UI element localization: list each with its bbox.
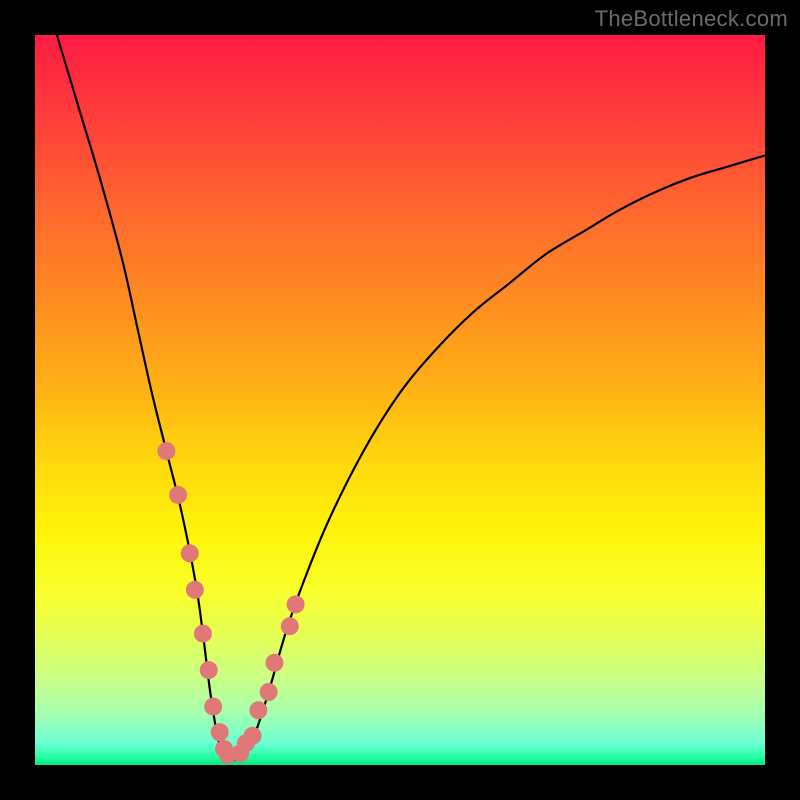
chart-frame: TheBottleneck.com bbox=[0, 0, 800, 800]
scatter-point bbox=[249, 701, 267, 719]
bottleneck-curve bbox=[57, 35, 765, 760]
scatter-point bbox=[200, 661, 218, 679]
scatter-point bbox=[157, 442, 175, 460]
scatter-point bbox=[181, 544, 199, 562]
scatter-point bbox=[287, 595, 305, 613]
watermark-text: TheBottleneck.com bbox=[595, 6, 788, 32]
scatter-point bbox=[204, 698, 222, 716]
scatter-point bbox=[186, 581, 204, 599]
scatter-point bbox=[281, 617, 299, 635]
plot-area bbox=[35, 35, 765, 765]
scatter-point bbox=[211, 723, 229, 741]
chart-svg bbox=[35, 35, 765, 765]
scatter-point bbox=[260, 683, 278, 701]
scatter-point bbox=[244, 727, 262, 745]
scatter-markers bbox=[157, 442, 304, 764]
scatter-point bbox=[169, 486, 187, 504]
scatter-point bbox=[265, 654, 283, 672]
scatter-point bbox=[194, 625, 212, 643]
